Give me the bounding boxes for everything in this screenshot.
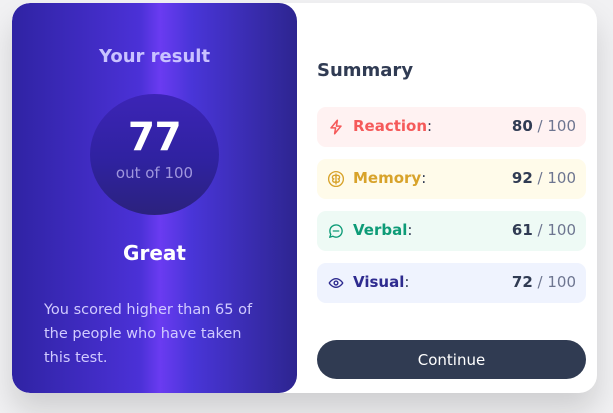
summary-item-score-value: 61	[511, 221, 533, 239]
summary-title: Summary	[317, 59, 414, 81]
summary-item-memory: Memory: 92 / 100	[317, 159, 586, 199]
summary-item-colon: :	[427, 117, 433, 135]
summary-item-label: Verbal:	[353, 221, 412, 239]
summary-item-colon: :	[404, 273, 410, 291]
summary-item-score-value: 80	[511, 117, 533, 135]
summary-item-label-text: Memory	[353, 169, 422, 187]
score-circle: 77 out of 100	[90, 94, 219, 215]
score-out-of: out of 100	[115, 164, 194, 182]
brain-icon	[327, 170, 345, 188]
summary-item-score-max: / 100	[532, 273, 576, 291]
summary-item-colon: :	[407, 221, 413, 239]
results-summary-card: Your result 77 out of 100 Great You scor…	[12, 3, 597, 393]
summary-item-label-text: Visual	[353, 273, 405, 291]
summary-item-colon: :	[421, 169, 427, 187]
score-value: 77	[127, 115, 182, 160]
summary-item-label: Reaction:	[353, 117, 432, 135]
summary-item-score-value: 92	[511, 169, 533, 187]
summary-item-verbal: Verbal: 61 / 100	[317, 211, 586, 251]
summary-item-score-max: / 100	[532, 117, 576, 135]
summary-panel: Summary Reaction: 80 / 100 Memory: 92 / …	[297, 3, 597, 393]
summary-item-visual: Visual: 72 / 100	[317, 263, 586, 303]
eye-icon	[328, 278, 344, 288]
summary-item-label: Memory:	[353, 169, 426, 187]
summary-item-score-value: 72	[511, 273, 533, 291]
chat-bubble-icon	[329, 224, 343, 238]
result-description: You scored higher than 65 of the people …	[44, 301, 253, 366]
summary-item-label: Visual:	[353, 273, 409, 291]
continue-button[interactable]: Continue	[317, 340, 586, 379]
summary-item-score: 72 / 100	[512, 273, 576, 291]
summary-item-reaction: Reaction: 80 / 100	[317, 107, 586, 147]
result-title: Your result	[98, 46, 211, 67]
result-panel: Your result 77 out of 100 Great You scor…	[12, 3, 297, 393]
summary-item-score: 80 / 100	[512, 117, 576, 135]
summary-item-label-text: Reaction	[353, 117, 428, 135]
result-verdict: Great	[123, 241, 186, 265]
summary-item-score-max: / 100	[532, 169, 576, 187]
summary-item-score: 92 / 100	[512, 169, 576, 187]
summary-item-score-max: / 100	[532, 221, 576, 239]
summary-item-score: 61 / 100	[512, 221, 576, 239]
lightning-icon	[330, 119, 342, 135]
summary-item-label-text: Verbal	[353, 221, 408, 239]
